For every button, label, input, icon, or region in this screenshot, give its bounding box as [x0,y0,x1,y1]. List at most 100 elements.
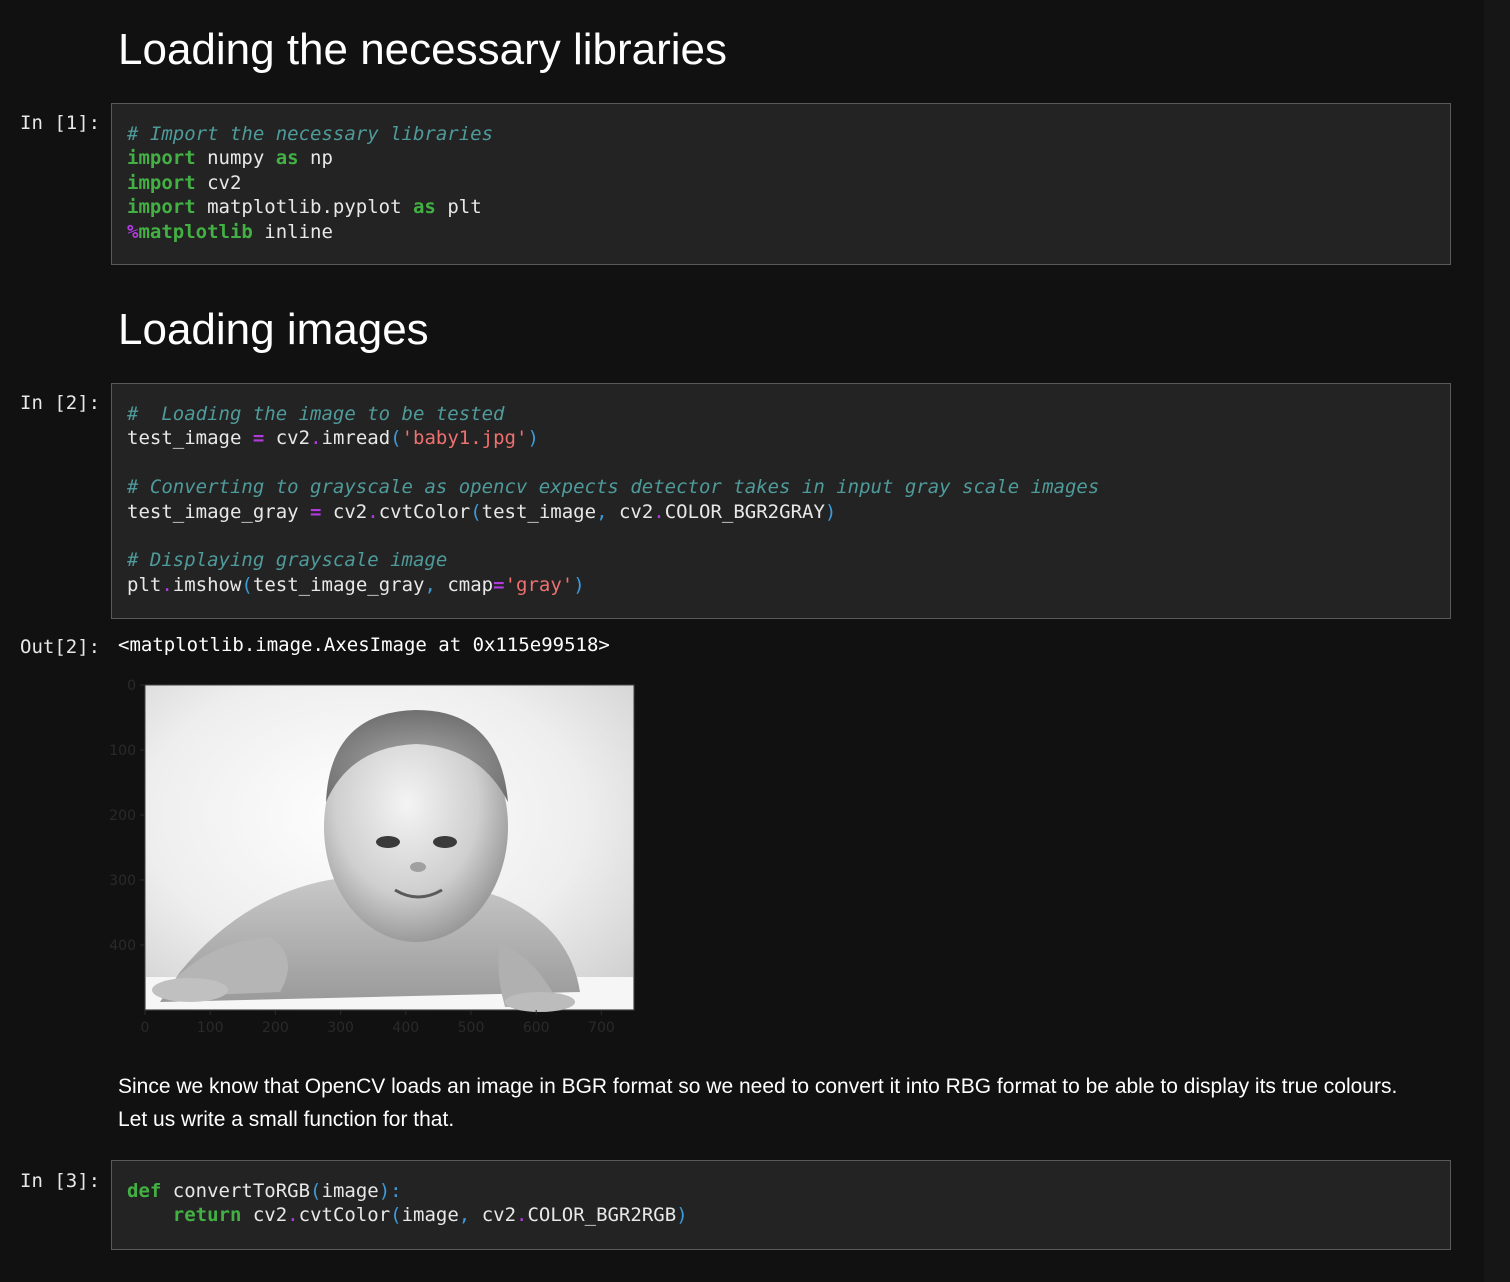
code-token-name: inline [252,220,333,243]
code-token-punct: , [458,1204,471,1227]
y-tick-label: 100 [109,743,136,759]
code-token-name: imshow [172,573,242,596]
code-token-name: test_image_gray [252,573,425,596]
code-token-name: numpy [195,147,276,170]
code-token-paren: ) [527,427,539,450]
code-line: # Displaying grayscale image [127,548,1435,572]
x-tick-label: 700 [588,1020,615,1036]
x-tick-label: 200 [262,1020,289,1036]
code-token-paren: ( [390,1204,402,1227]
cell-2-prompt: In [2]: [20,392,101,414]
code-token-op: = [493,573,505,596]
y-tick-label: 0 [127,678,136,694]
code-line: test_image = cv2.imread('baby1.jpg') [127,426,1435,450]
code-token-name [127,1204,173,1226]
x-axis-ticks: 0 100 200 300 400 500 600 700 [141,1010,615,1036]
code-token-string: 'baby1.jpg' [401,427,528,450]
paragraph-line-2: Let us write a small function for that. [118,1108,455,1131]
code-token-keyword: return [172,1204,242,1227]
code-token-paren: ( [470,500,482,523]
code-token-dot: . [367,500,379,523]
code-token-name: cv2 [241,1204,288,1227]
code-token-name: matplotlib.pyplot [195,196,413,219]
code-token-name: cv2 [264,427,311,450]
code-token-comment: # Import the necessary libraries [127,123,494,145]
photo-baby [144,684,635,1012]
code-line: return cv2.cvtColor(image, cv2.COLOR_BGR… [127,1203,1435,1227]
output-2-text: <matplotlib.image.AxesImage at 0x115e995… [118,634,610,656]
code-token-paren: ) [824,500,837,523]
code-line: plt.imshow(test_image_gray, cmap='gray') [127,573,1435,597]
code-token-comment: # Converting to grayscale as opencv expe… [127,476,1100,499]
code-token-name: COLOR_BGR2GRAY [664,500,825,523]
y-tick-label: 400 [109,938,136,954]
code-token-name: imread [321,427,391,450]
code-line: # Import the necessary libraries [127,122,1435,146]
code-token-keyword: as [275,147,299,170]
output-2-prompt: Out[2]: [20,636,101,658]
code-token-name: image [321,1180,379,1202]
code-line: test_image_gray = cv2.cvtColor(test_imag… [127,500,1435,524]
code-line: import numpy as np [127,146,1435,170]
code-token-paren: ) [378,1180,391,1202]
y-tick-label: 200 [109,808,136,824]
code-cell-3[interactable]: def convertToRGB(image): return cv2.cvtC… [111,1160,1451,1250]
x-tick-label: 0 [141,1020,150,1036]
code-token-keyword: def [127,1180,162,1202]
code-token-comment: # Loading the image to be tested [127,403,505,425]
code-token-keyword: import [127,147,196,170]
code-token-paren: ) [676,1204,688,1227]
code-token-punct: , [596,500,608,523]
code-token-dot: . [310,427,322,450]
code-token-op: = [252,427,265,450]
code-token-dot: . [161,573,173,596]
code-token-name: test_image [481,500,597,523]
x-tick-label: 600 [523,1020,550,1036]
code-line: import matplotlib.pyplot as plt [127,195,1435,219]
code-token-name: cvtColor [378,500,471,523]
code-token-name: cv2 [195,171,242,194]
code-line: # Loading the image to be tested [127,402,1435,426]
code-token-name: cmap [435,573,494,596]
code-line: # Converting to grayscale as opencv expe… [127,475,1435,499]
code-token-punct: : [390,1180,402,1202]
imshow-plot: 0 100 200 300 400 500 600 700 0 100 200 300 400 [109,678,635,1036]
code-token-magic-pct: % [127,220,139,243]
code-token-string: 'gray' [504,573,574,596]
x-tick-label: 400 [392,1020,419,1036]
code-token-dot: . [287,1204,299,1227]
scrollbar[interactable] [1484,0,1510,1282]
code-token-keyword: as [412,196,436,219]
heading-loading-images: Loading images [118,305,429,354]
code-cell-2[interactable]: # Loading the image to be tested test_ima… [111,383,1451,619]
code-token-paren: ( [390,427,402,450]
code-token-name: plt [435,196,482,219]
code-token-name: cv2 [321,500,368,523]
code-line: def convertToRGB(image): [127,1179,1435,1203]
code-token-dot: . [653,500,665,523]
y-tick-label: 300 [109,873,136,889]
cell-3-prompt: In [3]: [20,1170,101,1192]
code-token-name: convertToRGB [161,1180,311,1202]
cell-1-prompt: In [1]: [20,112,101,134]
y-axis-ticks: 0 100 200 300 400 [109,678,145,954]
code-token-punct: , [424,573,436,596]
x-tick-label: 500 [458,1020,485,1036]
code-token-name: COLOR_BGR2RGB [527,1204,677,1227]
code-line: import cv2 [127,171,1435,195]
code-cell-1[interactable]: # Import the necessary libraries import n… [111,103,1451,265]
code-token-keyword: import [127,171,196,194]
code-token-name: plt [127,573,162,596]
code-token-name: cvtColor [298,1204,391,1227]
code-token-magic: matplotlib [138,220,253,243]
code-token-name: test_image [127,427,253,450]
code-line: %matplotlib inline [127,220,1435,244]
code-token-paren: ( [310,1180,322,1202]
code-token-comment: # Displaying grayscale image [127,549,448,572]
x-tick-label: 100 [197,1020,224,1036]
code-token-name: test_image_gray [127,500,311,523]
paragraph-line-1: Since we know that OpenCV loads an image… [118,1075,1398,1098]
markdown-paragraph: Since we know that OpenCV loads an image… [118,1070,1458,1136]
